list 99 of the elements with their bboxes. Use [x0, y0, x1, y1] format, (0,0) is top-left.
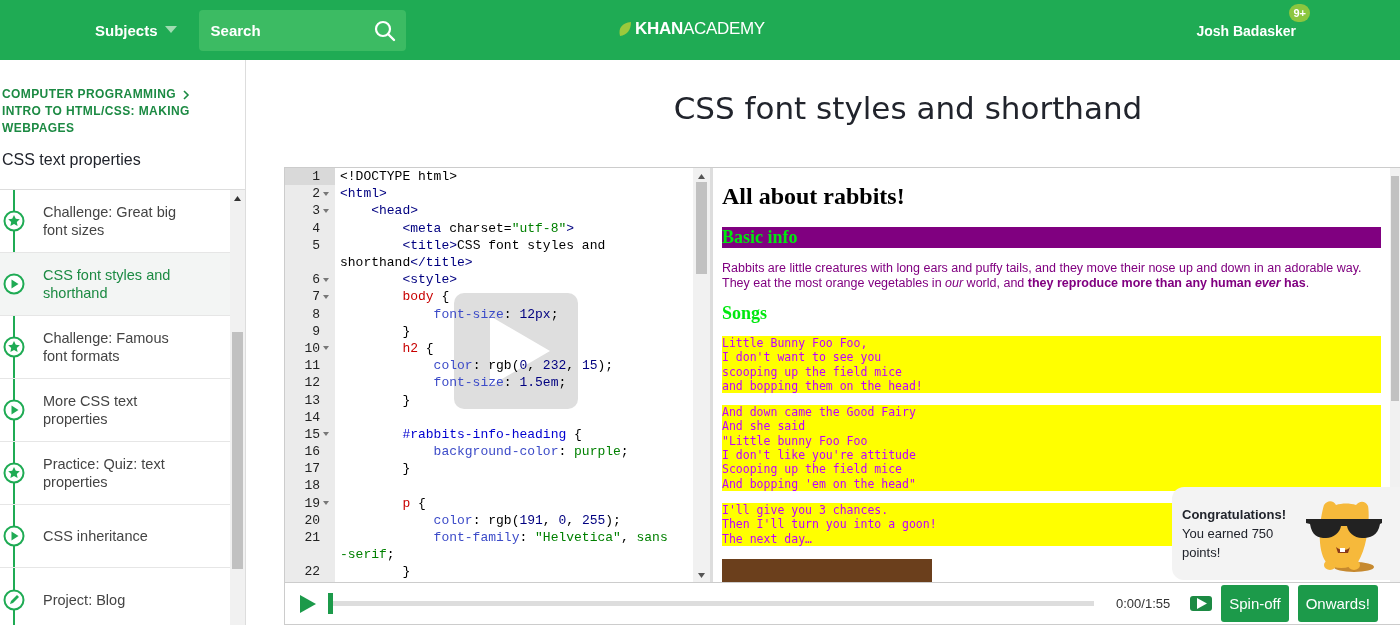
chevron-right-icon	[183, 89, 190, 100]
line-number: 18	[304, 478, 320, 494]
line-number: 6	[312, 272, 320, 288]
code-line: <title>CSS font styles and	[401, 237, 606, 253]
line-number: 2	[312, 186, 320, 202]
leaf-icon	[618, 21, 632, 37]
page-title: CSS font styles and shorthand	[672, 90, 1144, 128]
line-number: 14	[304, 409, 320, 425]
code-line: #rabbits-info-heading {	[401, 426, 582, 442]
scrollbar-thumb[interactable]	[696, 182, 707, 274]
scrollbar[interactable]	[693, 168, 710, 582]
toast-title: Congratulations!	[1182, 506, 1287, 524]
preview-paragraph: Rabbits are little creatures with long ears and puffy tails, and they move their nose up and down in an adorable way. They eat the most orange vegetables in our world, and they reproduce more than any human ever has.	[722, 261, 1363, 291]
scroll-up-icon	[698, 174, 705, 179]
code-line: color: rgb(0, 232, 15);	[432, 358, 614, 374]
time-display: 0:00/1:55	[1116, 596, 1171, 611]
caret-icon	[164, 26, 177, 34]
lesson-item[interactable]: CSS font styles and shorthand	[0, 253, 230, 316]
action-button[interactable]: Onwards!	[1297, 585, 1378, 622]
code-line: }	[401, 564, 411, 580]
line-number: 22	[304, 564, 320, 580]
code-line: }	[401, 392, 411, 408]
breadcrumb-link[interactable]: COMPUTER PROGRAMMING	[2, 86, 176, 103]
scroll-down-icon	[698, 573, 705, 578]
code-line: }	[401, 323, 411, 339]
line-number: 5	[312, 237, 320, 253]
code-line: <head>	[370, 203, 418, 219]
line-number: 13	[304, 392, 320, 408]
subjects-menu[interactable]: Subjects	[95, 21, 177, 39]
user-menu[interactable]: Josh Badasker	[1196, 22, 1296, 39]
song-verse: Little Bunny Foo Foo, I don't want to see you scooping up the field mice and bopping them on the head!	[722, 336, 1381, 394]
section-title: CSS text properties	[2, 151, 142, 169]
video-button[interactable]	[1190, 596, 1213, 611]
line-number: 1	[312, 169, 320, 185]
code-line: <meta charset="utf-8">	[401, 220, 575, 236]
lesson-item[interactable]: Project: Blog	[0, 568, 230, 625]
code-line: h2 {	[401, 340, 434, 356]
fold-arrow-icon[interactable]	[323, 432, 329, 437]
line-number: 3	[312, 203, 320, 219]
fold-arrow-icon[interactable]	[323, 277, 329, 282]
scrollbar[interactable]	[230, 190, 245, 625]
lesson-item[interactable]: More CSS text properties	[0, 379, 230, 442]
code-line: <style>	[401, 272, 458, 288]
fold-arrow-icon[interactable]	[323, 294, 329, 299]
breadcrumb-link[interactable]: INTRO TO HTML/CSS: MAKING WEBPAGES	[2, 103, 202, 137]
code-line: font-family: "Helvetica", sans	[432, 530, 668, 546]
song-verse: And down came the Good Fairy And she said "Little bunny Foo Foo I don't like you're attitude Scooping up the field mice And bopping 'em on the head"	[722, 405, 1381, 491]
line-number: 16	[304, 444, 320, 460]
code-line: body {	[401, 289, 450, 305]
lesson-item[interactable]: Practice: Quiz: text properties	[0, 442, 230, 505]
scrollbar-thumb[interactable]	[232, 332, 243, 569]
info-heading: Basic info	[722, 227, 1381, 248]
line-number: 9	[312, 323, 320, 339]
line-number: 21	[304, 530, 320, 546]
songs-heading: Songs	[722, 303, 769, 324]
fold-arrow-icon[interactable]	[323, 208, 329, 213]
line-number: 4	[312, 220, 320, 236]
logo-text[interactable]: KHANACADEMY	[635, 19, 765, 39]
search-field[interactable]: Search	[198, 9, 406, 51]
play-circle-icon	[3, 273, 25, 295]
play-icon	[300, 594, 316, 613]
star-circle-icon	[3, 336, 25, 358]
search-icon	[373, 19, 396, 42]
code-line: font-size: 12px;	[432, 306, 559, 322]
action-button[interactable]: Spin-off	[1221, 585, 1289, 622]
line-number: 17	[304, 461, 320, 477]
pencil-circle-icon	[3, 588, 25, 611]
line-number: 8	[312, 306, 320, 322]
play-icon	[1197, 598, 1208, 609]
play-circle-icon	[3, 525, 25, 547]
star-circle-icon	[3, 462, 25, 484]
line-number: 11	[304, 358, 320, 374]
code-line: shorthand</title>	[339, 255, 473, 271]
code-line: }	[401, 461, 411, 477]
code-line: -serif;	[339, 547, 395, 563]
line-number: 12	[304, 375, 320, 391]
fold-arrow-icon[interactable]	[323, 346, 329, 351]
progress-handle[interactable]	[328, 593, 333, 614]
code-line: <html>	[339, 186, 387, 202]
code-line: p {	[401, 495, 426, 511]
scrollbar-thumb[interactable]	[1391, 176, 1399, 401]
lesson-item[interactable]: CSS inheritance	[0, 505, 230, 568]
code-line: font-size: 1.5em;	[432, 375, 567, 391]
scroll-up-icon	[234, 196, 241, 201]
lesson-item[interactable]: Challenge: Famous font formats	[0, 316, 230, 379]
line-number: 20	[304, 512, 320, 528]
line-number: 7	[312, 289, 320, 305]
star-circle-icon	[3, 210, 25, 232]
preview-heading: All about rabbits!	[722, 183, 906, 210]
fold-arrow-icon[interactable]	[323, 501, 329, 506]
fold-arrow-icon[interactable]	[323, 191, 329, 196]
code-line: background-color: purple;	[432, 444, 629, 460]
code-line: color: rgb(191, 0, 255);	[432, 512, 621, 528]
line-number: 19	[304, 495, 320, 511]
line-number: 10	[304, 340, 320, 356]
play-button[interactable]	[300, 594, 316, 613]
line-number: 15	[304, 426, 320, 442]
play-circle-icon	[3, 399, 25, 421]
code-line: <!DOCTYPE html>	[339, 169, 458, 185]
